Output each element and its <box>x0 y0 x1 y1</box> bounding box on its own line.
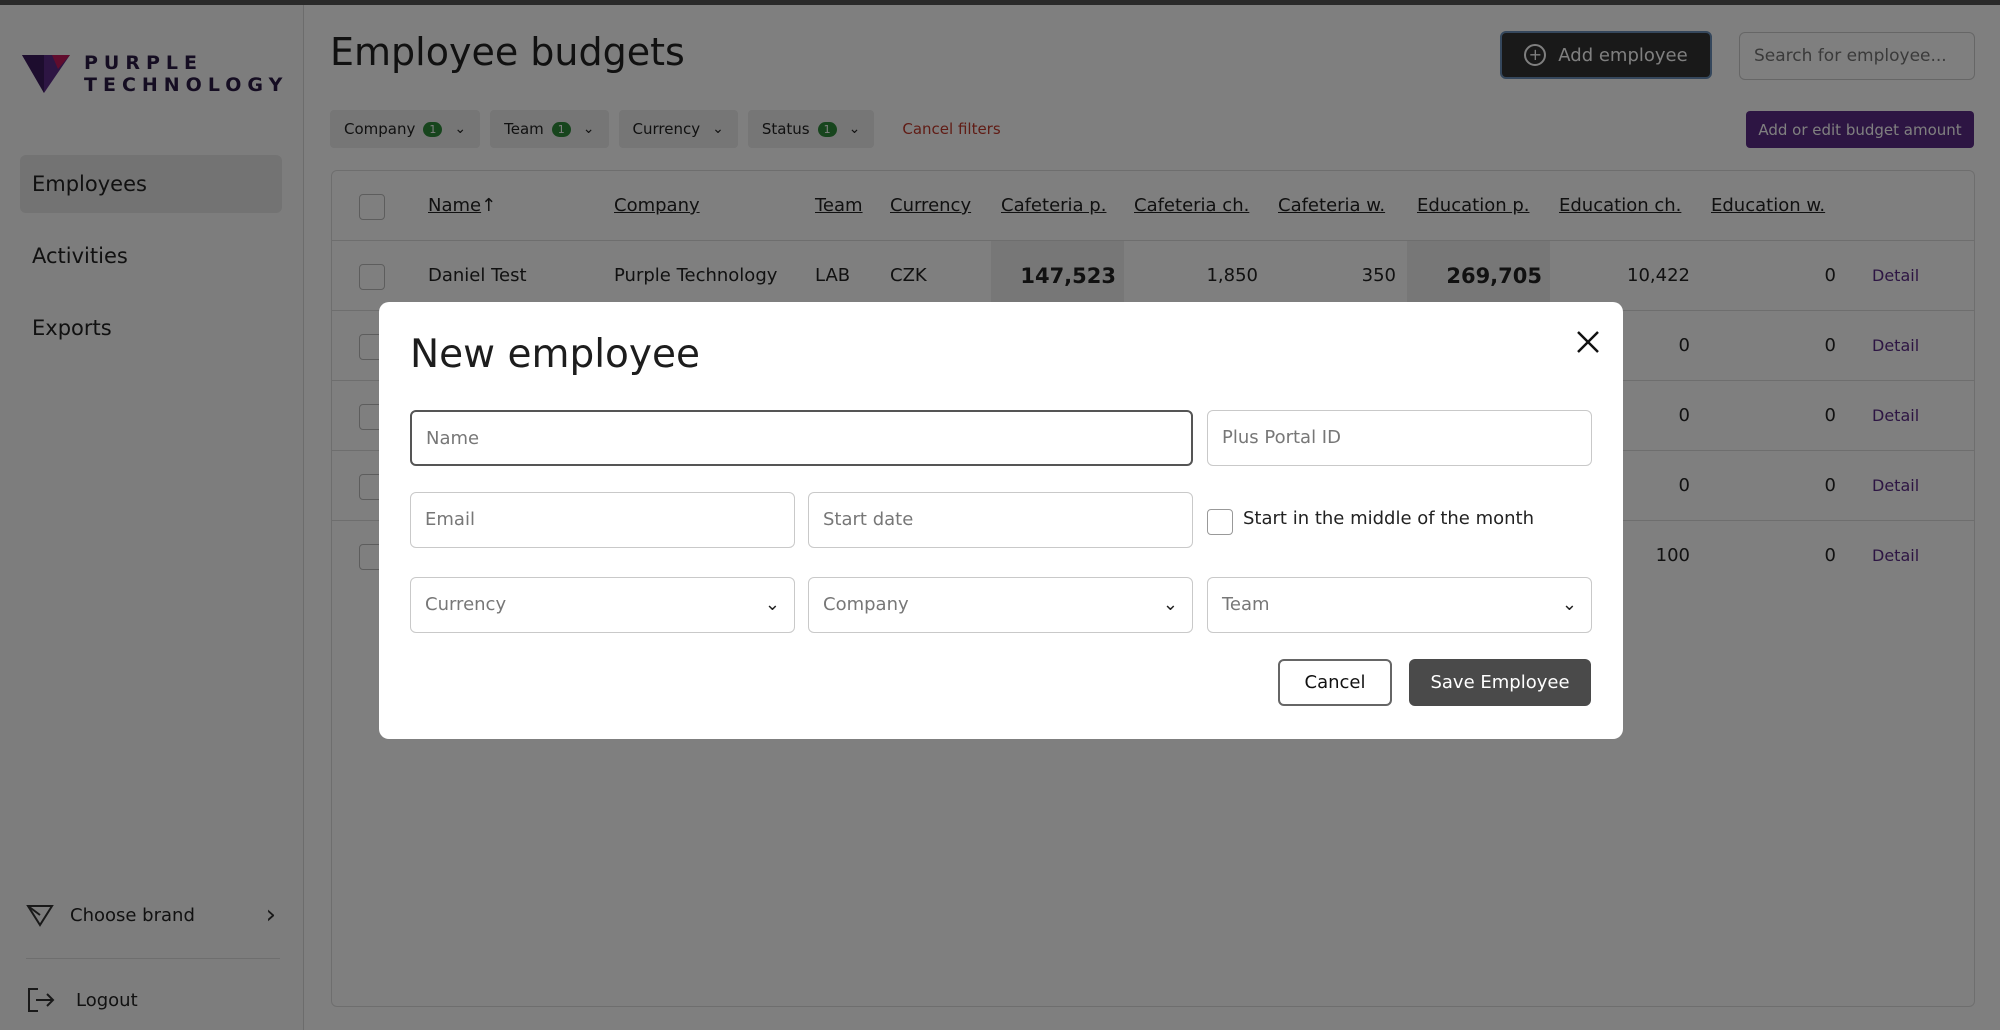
chevron-down-icon: ⌄ <box>764 594 780 615</box>
email-field[interactable]: Email <box>410 492 795 548</box>
chevron-down-icon: ⌄ <box>1561 594 1577 615</box>
chevron-down-icon: ⌄ <box>1162 594 1178 615</box>
company-select[interactable]: Company ⌄ <box>808 577 1193 633</box>
name-field[interactable]: Name <box>410 410 1193 466</box>
start-date-field[interactable]: Start date <box>808 492 1193 548</box>
mid-month-checkbox[interactable] <box>1207 509 1233 535</box>
cancel-button[interactable]: Cancel <box>1278 659 1392 706</box>
close-icon[interactable] <box>1570 324 1606 360</box>
team-select[interactable]: Team ⌄ <box>1207 577 1592 633</box>
new-employee-modal: New employee Name Plus Portal ID Email S… <box>379 302 1623 739</box>
currency-select[interactable]: Currency ⌄ <box>410 577 795 633</box>
mid-month-label[interactable]: Start in the middle of the month <box>1243 508 1534 529</box>
save-employee-button[interactable]: Save Employee <box>1409 659 1591 706</box>
modal-title: New employee <box>410 332 700 377</box>
plus-portal-id-field[interactable]: Plus Portal ID <box>1207 410 1592 466</box>
